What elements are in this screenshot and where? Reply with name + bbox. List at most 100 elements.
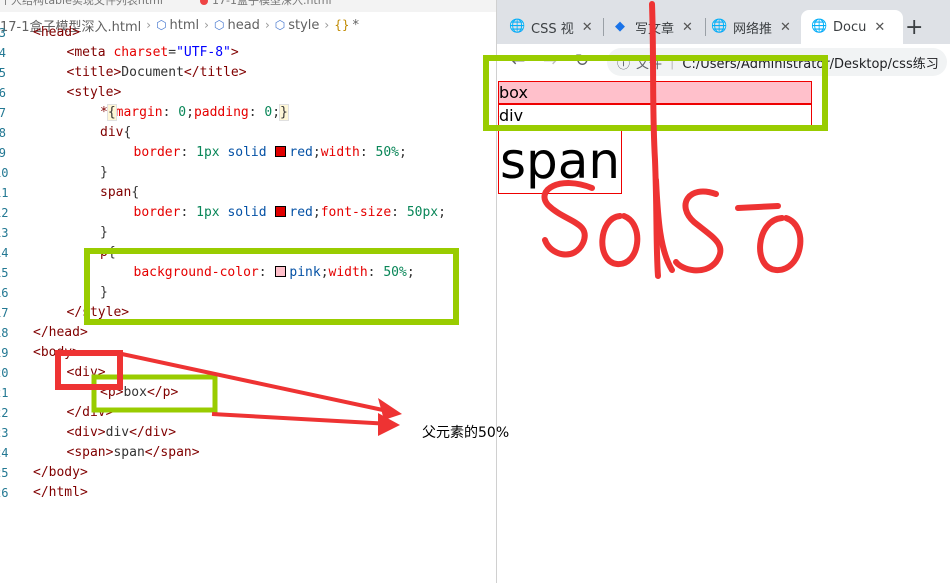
code-line[interactable]: 9 border: 1px solid red;width: 50%; (0, 143, 496, 163)
close-icon[interactable]: ✕ (582, 20, 593, 35)
unsaved-dot-icon (200, 0, 208, 5)
code-line[interactable]: 3 <head> (0, 23, 496, 43)
line-number: 13 (0, 226, 9, 240)
line-number: 4 (0, 46, 6, 60)
code-line[interactable]: 15 background-color: pink;width: 50%; (0, 263, 496, 283)
browser-tab-strip: 🌐 CSS 视 ✕ ◆ 写文章 ✕ 🌐 网络推 ✕ 🌐 Docu ✕ + (497, 0, 950, 44)
zhihu-icon: ◆ (615, 19, 625, 34)
code-line[interactable]: 7 *{margin: 0;padding: 0;} (0, 103, 496, 123)
browser-tab-label: 网络推 (733, 21, 773, 37)
code-line[interactable]: 26 </html> (0, 483, 496, 503)
line-number: 9 (0, 146, 6, 160)
code-text: <div> (66, 365, 106, 380)
code-text: <span>span</span> (66, 445, 200, 460)
code-text: border: 1px solid red;font-size: 50px; (133, 205, 446, 220)
line-number: 26 (0, 486, 9, 500)
page-viewport: box div span (497, 80, 950, 583)
browser-tab-1[interactable]: 🌐 CSS 视 ✕ (509, 10, 593, 44)
code-line[interactable]: 20 <div> (0, 363, 496, 383)
globe-icon: 🌐 (509, 19, 526, 34)
code-text: </html> (33, 485, 88, 500)
code-editor: 个人结构table实现文件列表html 17-1盒子模型深入.html 17-1… (0, 0, 496, 583)
line-number: 19 (0, 346, 9, 360)
annotation-note: 父元素的50% (422, 425, 510, 441)
line-number: 22 (0, 406, 9, 420)
code-text: <p>box</p> (100, 385, 179, 400)
code-text: *{margin: 0;padding: 0;} (100, 104, 289, 121)
close-icon[interactable]: ✕ (874, 20, 885, 35)
back-arrow-icon[interactable]: ← (511, 51, 525, 71)
code-text: div{ (100, 125, 132, 140)
editor-tab-strip: 个人结构table实现文件列表html 17-1盒子模型深入.html (0, 0, 496, 12)
code-line[interactable]: 8 div{ (0, 123, 496, 143)
line-number: 15 (0, 266, 9, 280)
line-number: 18 (0, 326, 9, 340)
code-line[interactable]: 6 <style> (0, 83, 496, 103)
code-text: border: 1px solid red;width: 50%; (133, 145, 407, 160)
code-line[interactable]: 19 <body> (0, 343, 496, 363)
code-text: <body> (33, 345, 80, 360)
line-number: 10 (0, 166, 9, 180)
code-line[interactable]: 18 </head> (0, 323, 496, 343)
line-number: 14 (0, 246, 9, 260)
code-text: } (100, 165, 108, 180)
browser-tab-label: 写文章 (635, 21, 675, 37)
globe-icon: 🌐 (811, 19, 828, 34)
code-text: p{ (100, 245, 116, 260)
code-text: <meta charset="UTF-8"> (66, 45, 239, 60)
code-text: <title>Document</title> (66, 65, 247, 80)
line-number: 3 (0, 26, 6, 40)
code-line[interactable]: 4 <meta charset="UTF-8"> (0, 43, 496, 63)
code-text: } (100, 285, 108, 300)
code-line[interactable]: 5 <title>Document</title> (0, 63, 496, 83)
address-scheme-label: 文件 (636, 56, 663, 72)
code-text: </style> (66, 305, 130, 320)
code-text: span{ (100, 185, 140, 200)
browser-tab-label: Docu (833, 19, 867, 35)
close-icon[interactable]: ✕ (780, 20, 791, 35)
code-text: </body> (33, 465, 88, 480)
info-icon[interactable]: ⓘ (617, 53, 630, 72)
line-number: 21 (0, 386, 9, 400)
code-text: } (100, 225, 108, 240)
code-line[interactable]: 12 border: 1px solid red;font-size: 50px; (0, 203, 496, 223)
code-line[interactable]: 14 p{ (0, 243, 496, 263)
browser-tab-label: CSS 视 (531, 21, 574, 37)
line-number: 6 (0, 86, 6, 100)
code-line[interactable]: 13} (0, 223, 496, 243)
code-line[interactable]: 21 <p>box</p> (0, 383, 496, 403)
address-divider: | (670, 54, 675, 70)
code-line[interactable]: 22 </div> (0, 403, 496, 423)
close-icon[interactable]: ✕ (682, 20, 693, 35)
code-line[interactable]: 17 </style> (0, 303, 496, 323)
address-bar[interactable]: ⓘ 文件 | C:/Users/Administrator/Desktop/cs… (607, 48, 947, 76)
editor-tab-left[interactable]: 个人结构table实现文件列表html (0, 0, 163, 8)
code-text: <div>div</div> (66, 425, 177, 440)
code-line[interactable]: 24 <span>span</span> (0, 443, 496, 463)
new-tab-button[interactable]: + (905, 15, 923, 40)
editor-tab-active[interactable]: 17-1盒子模型深入.html (212, 0, 332, 8)
line-number: 20 (0, 366, 9, 380)
line-number: 7 (0, 106, 6, 120)
browser-toolbar: ← → ↻ ⓘ 文件 | C:/Users/Administrator/Desk… (497, 44, 950, 81)
line-number: 8 (0, 126, 6, 140)
browser-tab-2[interactable]: ◆ 写文章 ✕ (613, 10, 693, 44)
line-number: 25 (0, 466, 9, 480)
line-number: 5 (0, 66, 6, 80)
line-number: 12 (0, 206, 9, 220)
code-text: </head> (33, 325, 88, 340)
browser-tab-3[interactable]: 🌐 网络推 ✕ (711, 10, 791, 44)
browser-tab-active[interactable]: 🌐 Docu ✕ (801, 10, 903, 44)
code-line[interactable]: 25 </body> (0, 463, 496, 483)
code-text: background-color: pink;width: 50%; (133, 265, 415, 280)
code-text: <style> (66, 85, 122, 100)
span-box: span (498, 130, 623, 194)
reload-icon[interactable]: ↻ (575, 51, 589, 71)
line-number: 17 (0, 306, 9, 320)
code-line[interactable]: 11 span{ (0, 183, 496, 203)
code-line[interactable]: 16} (0, 283, 496, 303)
code-line[interactable]: 10} (0, 163, 496, 183)
forward-arrow-icon[interactable]: → (543, 51, 557, 71)
address-text[interactable]: C:/Users/Administrator/Desktop/css练习 (682, 53, 938, 72)
div-box: div (498, 104, 812, 127)
